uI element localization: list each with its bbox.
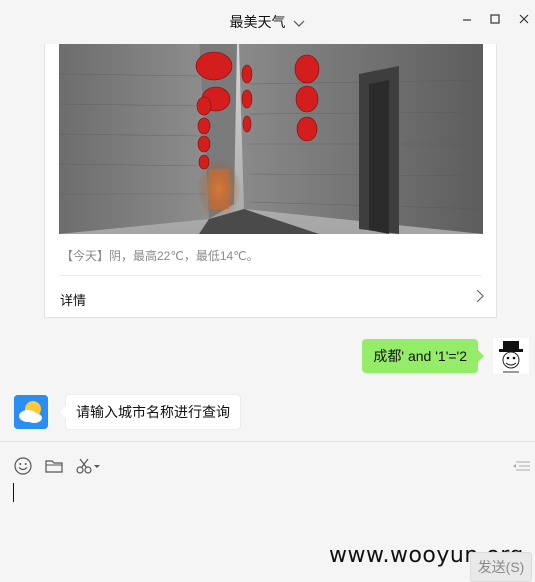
outgoing-message-bubble[interactable]: 成都' and '1'='2 bbox=[362, 339, 484, 373]
chat-title[interactable]: 最美天气 bbox=[0, 12, 535, 32]
close-icon[interactable] bbox=[514, 10, 534, 28]
folder-icon[interactable] bbox=[44, 456, 66, 476]
details-label: 详情 bbox=[60, 293, 87, 308]
maximize-icon[interactable] bbox=[485, 10, 505, 28]
chat-window: 最美天气 【今天】阴，最高22℃，最低14℃。 详情 成都' and '1'='… bbox=[0, 0, 535, 582]
send-button[interactable]: 发送(S) bbox=[470, 552, 532, 582]
alley-lanterns-photo[interactable] bbox=[58, 44, 484, 234]
message-input-area[interactable]: www.wooyun.org 发送(S) bbox=[0, 441, 535, 582]
weather-card[interactable]: 【今天】阴，最高22℃，最低14℃。 详情 bbox=[44, 44, 497, 318]
chat-title-text: 最美天气 bbox=[229, 14, 286, 30]
weather-summary: 【今天】阴，最高22℃，最低14℃。 bbox=[61, 249, 259, 263]
chevron-right-icon bbox=[476, 289, 484, 308]
incoming-message-bubble[interactable]: 请输入城市名称进行查询 bbox=[60, 394, 241, 430]
weather-bot-avatar[interactable] bbox=[14, 395, 48, 429]
user-avatar[interactable] bbox=[493, 338, 529, 374]
history-icon[interactable] bbox=[512, 456, 532, 476]
chevron-down-icon bbox=[293, 15, 305, 31]
title-bar: 最美天气 bbox=[0, 0, 535, 44]
emoji-icon[interactable] bbox=[13, 456, 35, 476]
details-link[interactable]: 详情 bbox=[45, 276, 496, 318]
scissors-icon[interactable] bbox=[74, 456, 102, 476]
minimize-icon[interactable] bbox=[457, 10, 477, 28]
text-cursor[interactable] bbox=[13, 483, 14, 502]
